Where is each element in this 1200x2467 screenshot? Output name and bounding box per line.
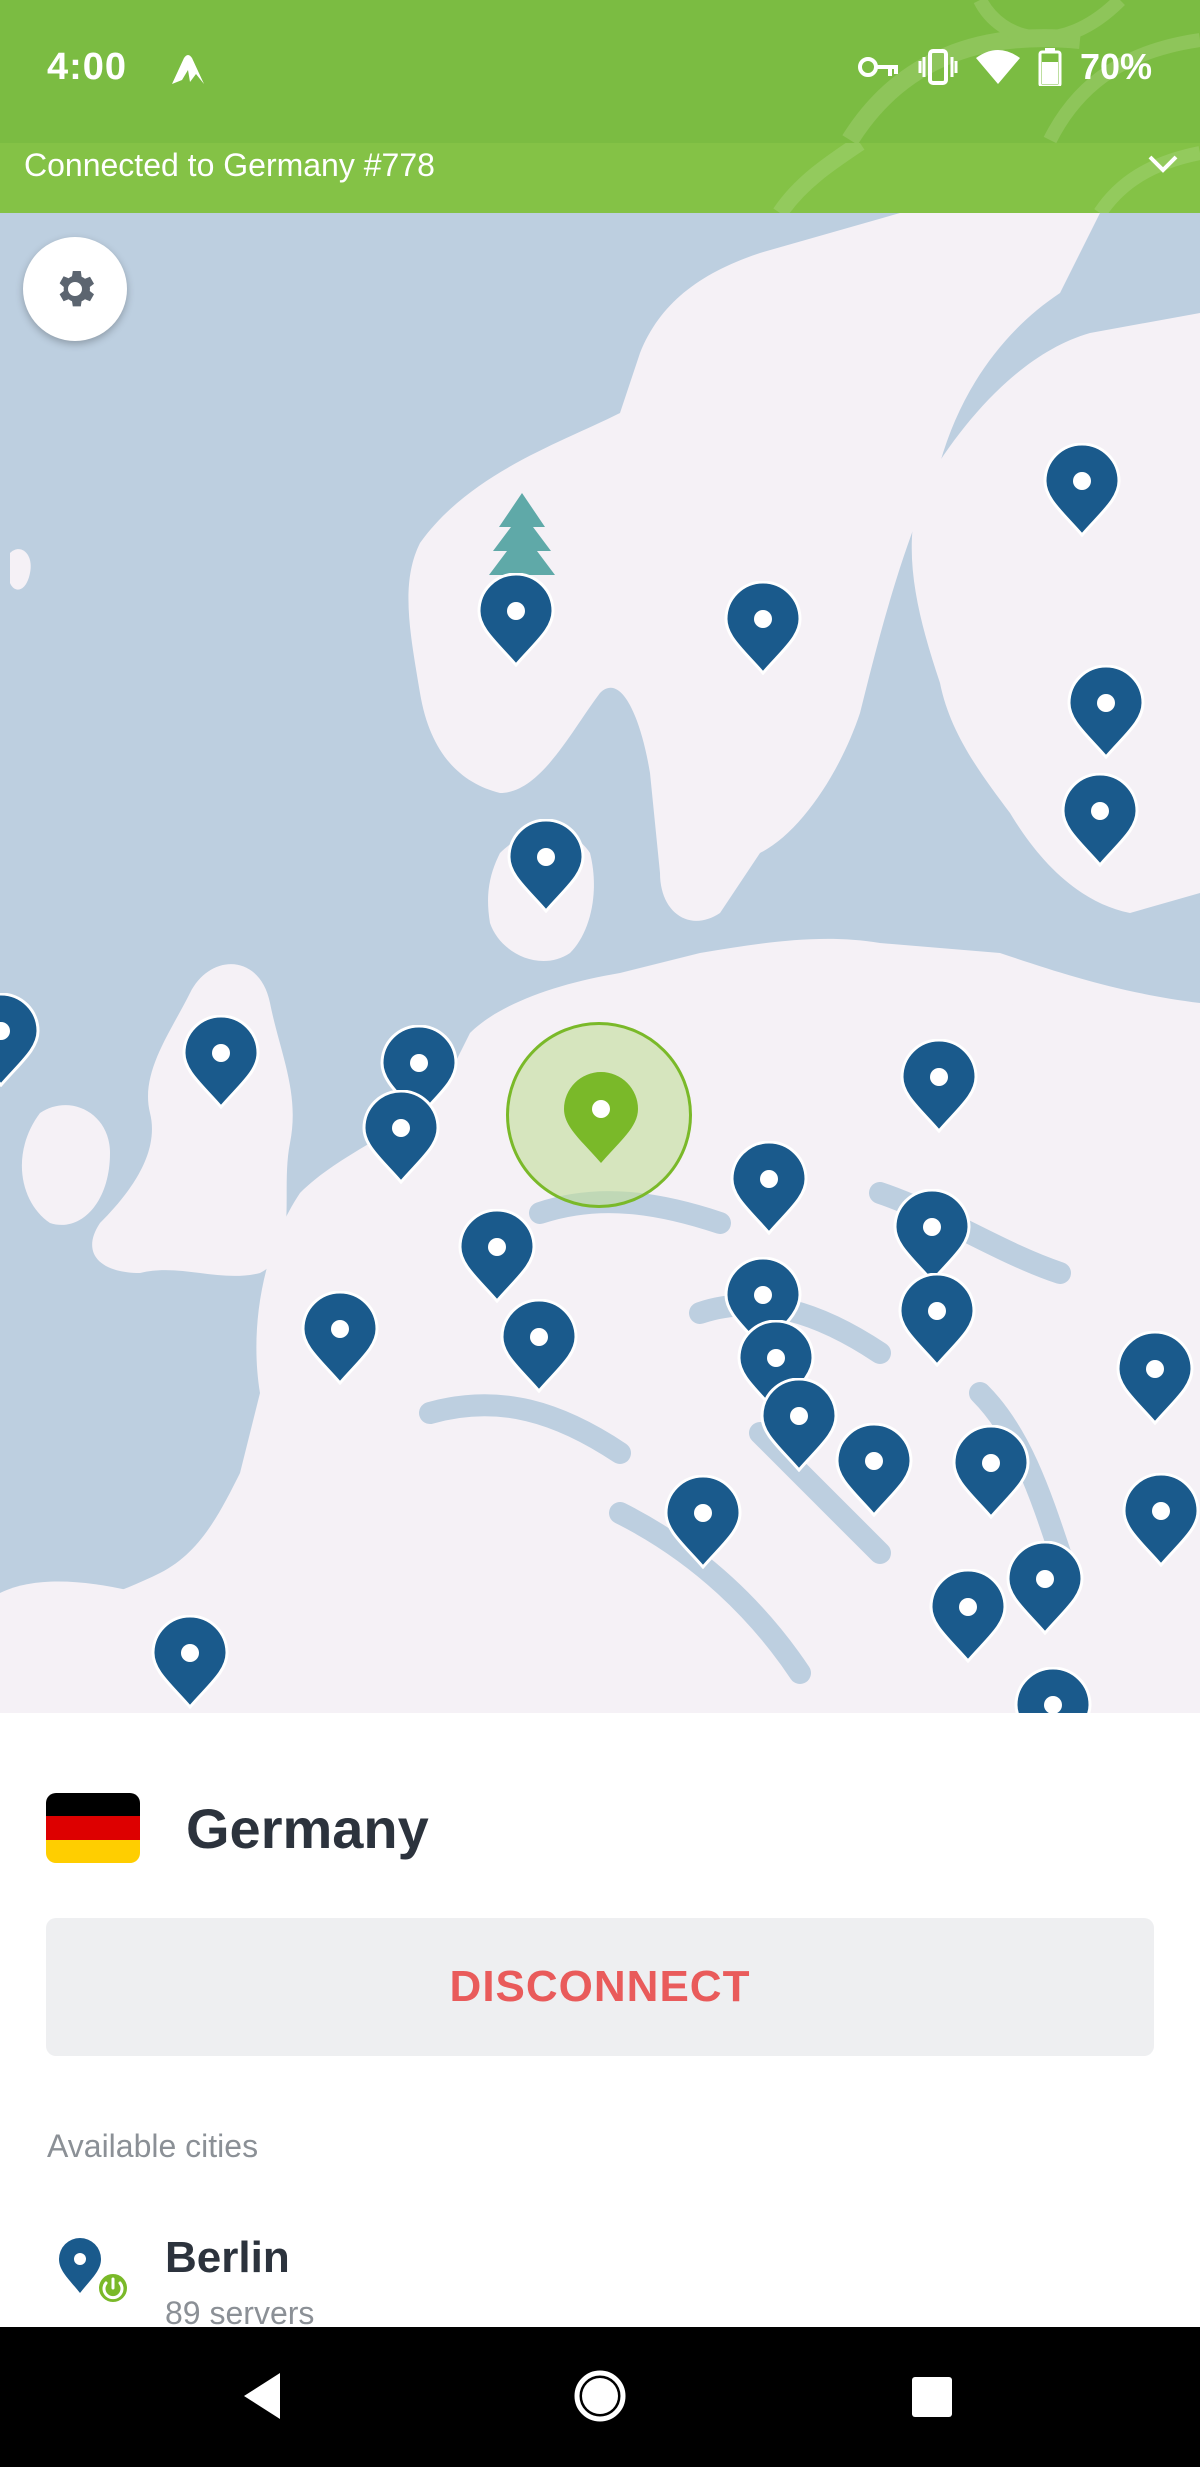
- wifi-icon: [975, 50, 1020, 84]
- battery-percent: 70%: [1079, 46, 1152, 87]
- server-pin-belgium[interactable]: [362, 1090, 440, 1184]
- country-header: Germany: [46, 1793, 429, 1863]
- available-cities-label: Available cities: [47, 2128, 259, 2164]
- server-pin-denmark[interactable]: [507, 819, 585, 913]
- server-pin-france[interactable]: [301, 1291, 379, 1385]
- server-pin-luxembourg[interactable]: [458, 1209, 536, 1303]
- country-name: Germany: [186, 1796, 429, 1860]
- server-pin-slovenia[interactable]: [760, 1378, 838, 1472]
- server-pin-sweden[interactable]: [724, 581, 802, 675]
- vpn-key-icon: [857, 57, 898, 77]
- disconnect-button[interactable]: DISCONNECT: [46, 1918, 1154, 2056]
- connected-pin-germany[interactable]: [562, 1071, 640, 1165]
- server-pin-latvia[interactable]: [1061, 773, 1139, 867]
- country-panel: Germany DISCONNECT Available cities Berl…: [0, 1713, 1200, 2327]
- server-pin-hungary[interactable]: [835, 1423, 913, 1517]
- server-pin-georgia[interactable]: [1122, 1473, 1200, 1567]
- vibrate-icon: [918, 49, 958, 85]
- nordvpn-icon: [172, 55, 204, 84]
- server-pin-uk[interactable]: [182, 1015, 260, 1109]
- home-icon[interactable]: [573, 2369, 627, 2423]
- server-pin-moldova[interactable]: [1116, 1331, 1194, 1425]
- city-pin-icon: [59, 2238, 131, 2306]
- server-pin-poland[interactable]: [730, 1141, 808, 1235]
- server-pin-italy[interactable]: [664, 1475, 742, 1569]
- gear-icon: [59, 271, 94, 307]
- connected-location-ring[interactable]: [506, 1022, 692, 1208]
- city-server-count: 89 servers: [165, 2295, 315, 2327]
- battery-icon: [1038, 48, 1062, 86]
- connection-bar[interactable]: Connected to Germany #778: [0, 143, 1200, 213]
- city-item-berlin[interactable]: Berlin 89 servers: [55, 2233, 1155, 2327]
- server-pin-norway[interactable]: [477, 573, 555, 667]
- server-pin-ukraine[interactable]: [898, 1273, 976, 1367]
- server-pin-spain[interactable]: [151, 1615, 229, 1709]
- server-pin-finland[interactable]: [1043, 443, 1121, 537]
- server-pin-serbia[interactable]: [929, 1569, 1007, 1663]
- city-name: Berlin: [165, 2233, 290, 2282]
- server-pin-romania[interactable]: [952, 1425, 1030, 1519]
- status-icons: 70%: [857, 46, 1152, 88]
- germany-flag-icon: [46, 1793, 140, 1863]
- server-pin-bulgaria[interactable]: [1006, 1541, 1084, 1635]
- server-pin-switzerland[interactable]: [500, 1299, 578, 1393]
- server-pin-belarus[interactable]: [893, 1189, 971, 1283]
- server-pin-estonia[interactable]: [1067, 665, 1145, 759]
- chevron-down-icon[interactable]: [1146, 153, 1180, 175]
- status-bar: 4:00 70%: [0, 0, 1200, 143]
- connection-status-text: Connected to Germany #778: [24, 147, 435, 183]
- server-pin-greece[interactable]: [1014, 1667, 1092, 1713]
- navigation-bar: [0, 2327, 1200, 2467]
- server-pin-lithuania[interactable]: [900, 1039, 978, 1133]
- back-icon[interactable]: [240, 2371, 284, 2421]
- tree-icon: [489, 493, 555, 575]
- server-map[interactable]: [0, 213, 1200, 1713]
- server-pin-ireland[interactable]: [0, 993, 40, 1087]
- recents-icon[interactable]: [910, 2375, 954, 2419]
- status-time: 4:00: [47, 46, 128, 88]
- settings-button[interactable]: [23, 237, 127, 341]
